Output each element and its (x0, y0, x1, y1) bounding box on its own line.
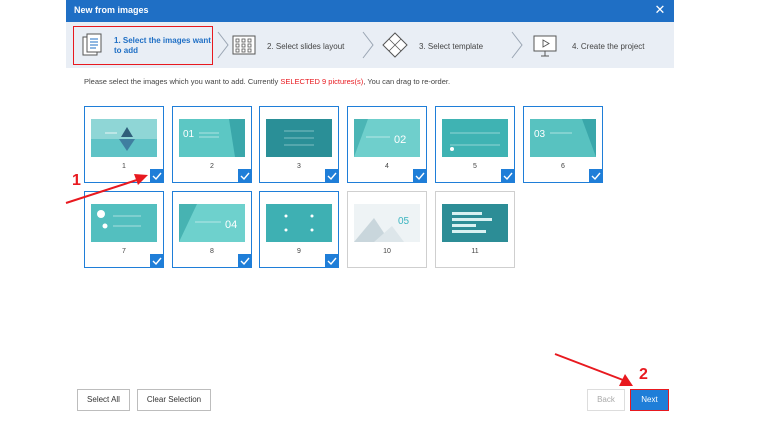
slide-preview (442, 204, 508, 242)
step-select-template[interactable]: 3. Select template (382, 22, 512, 68)
step-highlight-box (73, 26, 213, 65)
image-thumbnail[interactable]: 01 2 (172, 106, 252, 183)
checkmark-icon[interactable] (325, 254, 339, 268)
step-label: 4. Create the project (572, 42, 645, 51)
chevron-right-icon (217, 31, 229, 59)
chevron-right-icon (362, 31, 374, 59)
slide-preview (442, 119, 508, 157)
template-diamond-icon (382, 32, 408, 58)
hint-text-after: , You can drag to re-order. (363, 77, 451, 86)
checkmark-icon[interactable] (238, 169, 252, 183)
hint-text: Please select the images which you want … (84, 77, 281, 86)
thumbnail-number: 11 (471, 248, 479, 255)
slide-preview (91, 119, 157, 157)
slide-text: 04 (225, 219, 237, 231)
checkmark-icon[interactable] (150, 254, 164, 268)
image-thumbnail[interactable]: 11 (435, 191, 515, 268)
slide-text: 01 (183, 129, 195, 140)
image-thumbnail[interactable]: 04 8 (172, 191, 252, 268)
slide-text: 02 (394, 134, 406, 146)
slide-text: 03 (534, 129, 546, 140)
checkmark-icon[interactable] (413, 169, 427, 183)
window-title: New from images (74, 5, 149, 15)
clear-selection-button[interactable]: Clear Selection (137, 389, 211, 411)
layout-grid-icon (232, 35, 256, 55)
slide-preview (266, 119, 332, 157)
image-thumbnail[interactable]: 9 (259, 191, 339, 268)
slide-preview: 02 (354, 119, 420, 157)
checkmark-icon[interactable] (238, 254, 252, 268)
image-thumbnail[interactable]: 03 6 (523, 106, 603, 183)
step-select-layout[interactable]: 2. Select slides layout (231, 22, 361, 68)
image-thumbnail[interactable]: 5 (435, 106, 515, 183)
select-all-button[interactable]: Select All (77, 389, 130, 411)
slide-preview (266, 204, 332, 242)
slide-text: 05 (398, 216, 410, 227)
image-thumbnail[interactable]: 3 (259, 106, 339, 183)
chevron-right-icon (511, 31, 523, 59)
step-create-project[interactable]: 4. Create the project (532, 22, 672, 68)
selected-count: SELECTED 9 pictures(s) (280, 77, 364, 86)
checkmark-icon[interactable] (501, 169, 515, 183)
slide-preview: 03 (530, 119, 596, 157)
step-label: 2. Select slides layout (267, 42, 345, 51)
image-thumbnail[interactable]: 02 4 (347, 106, 427, 183)
close-icon[interactable]: ✕ (653, 3, 667, 17)
annotation-arrow-two (554, 353, 633, 386)
checkmark-icon[interactable] (325, 169, 339, 183)
slide-preview: 04 (179, 204, 245, 242)
selection-hint: Please select the images which you want … (84, 77, 450, 86)
step-label: 3. Select template (419, 42, 484, 51)
title-bar: New from images ✕ (66, 0, 674, 22)
image-thumbnail[interactable]: 05 10 (347, 191, 427, 268)
thumbnail-number: 10 (383, 248, 391, 255)
slide-preview: 05 (354, 204, 420, 242)
annotation-arrow-one (65, 174, 148, 204)
presentation-play-icon (533, 35, 557, 57)
checkmark-icon[interactable] (589, 169, 603, 183)
slide-preview: 01 (179, 119, 245, 157)
